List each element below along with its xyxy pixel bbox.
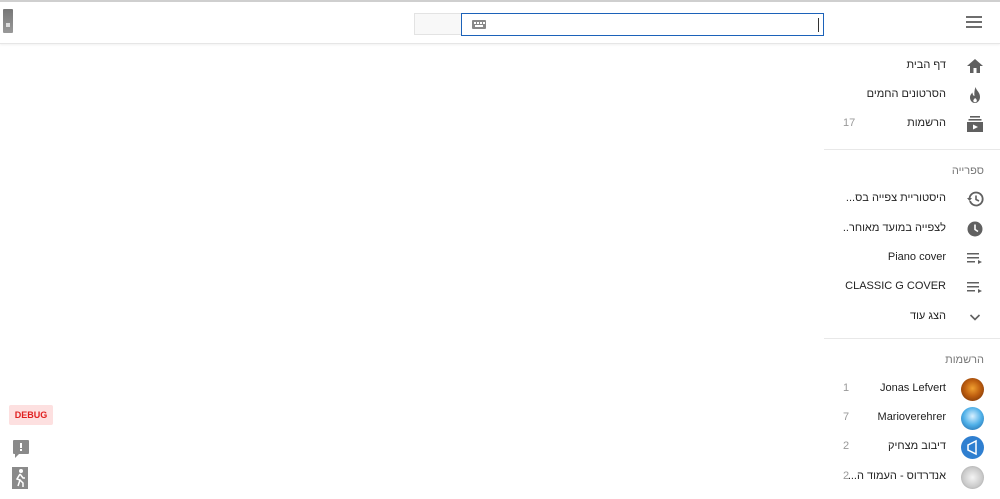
divider	[824, 149, 1000, 150]
debug-badge[interactable]: DEBUG	[9, 405, 53, 425]
subscription-count: 2	[843, 440, 850, 452]
subscription-item[interactable]: Marioverehrer 7	[824, 404, 1000, 433]
sidebar-item-history[interactable]: היסטוריית צפייה בס...	[824, 185, 1000, 214]
sidebar-item-subscriptions[interactable]: הרשמות 17	[824, 110, 1000, 139]
guide-sidebar: דף הבית הסרטונים החמים הרשמות 17 ספרייה …	[824, 44, 1000, 499]
subscription-count: 1	[843, 382, 850, 394]
sidebar-item-playlist-classic[interactable]: CLASSIC G COVER	[824, 273, 1000, 302]
subscription-count: 7	[843, 411, 850, 423]
subscription-label: דיבוב מצחיק	[888, 440, 946, 452]
subscription-count: 2	[843, 470, 850, 482]
guide-menu-button[interactable]	[966, 16, 982, 30]
history-icon	[967, 191, 984, 207]
subscription-label: אנדרדוס - העמוד ה...	[847, 470, 946, 482]
playlist-icon	[967, 253, 982, 264]
subscription-item[interactable]: אנדרדוס - העמוד ה... 2	[824, 463, 1000, 492]
sidebar-item-label: הרשמות	[907, 117, 946, 129]
library-title: ספרייה	[951, 165, 984, 177]
sidebar-item-label: היסטוריית צפייה בס...	[845, 192, 946, 204]
chevron-down-icon	[969, 314, 981, 321]
home-icon	[967, 59, 983, 73]
subscription-item[interactable]: Jonas Lefvert 1	[824, 375, 1000, 404]
avatar	[961, 466, 984, 489]
text-caret	[818, 18, 819, 32]
avatar	[961, 378, 984, 401]
subscription-item[interactable]: דיבוב מצחיק 2	[824, 433, 1000, 462]
sidebar-item-watch-later[interactable]: לצפייה במועד מאוחר..	[824, 215, 1000, 244]
search-input[interactable]	[461, 13, 824, 36]
subscription-label: Jonas Lefvert	[879, 382, 946, 394]
playlist-icon	[967, 282, 982, 293]
subscription-label: Marioverehrer	[877, 411, 946, 423]
sidebar-item-label: הצג עוד	[909, 310, 946, 322]
keyboard-icon[interactable]	[472, 20, 486, 29]
sidebar-item-label: Piano cover	[887, 251, 946, 263]
sidebar-item-label: לצפייה במועד מאוחר..	[842, 222, 946, 234]
sidebar-item-playlist-piano[interactable]: Piano cover	[824, 244, 1000, 273]
exit-icon[interactable]	[11, 466, 29, 490]
avatar	[961, 436, 984, 459]
sidebar-item-label: CLASSIC G COVER	[845, 280, 946, 292]
subscriptions-count: 17	[843, 117, 856, 129]
subscriptions-icon	[967, 116, 983, 132]
avatar	[961, 407, 984, 430]
device-icon[interactable]	[3, 9, 13, 33]
feedback-icon[interactable]	[13, 440, 29, 458]
clock-icon	[967, 221, 983, 237]
divider	[824, 338, 1000, 339]
sidebar-item-label: הסרטונים החמים	[866, 88, 946, 100]
search-button[interactable]	[414, 13, 462, 35]
sidebar-item-trending[interactable]: הסרטונים החמים	[824, 81, 1000, 110]
flame-icon	[970, 87, 980, 103]
sidebar-item-label: דף הבית	[906, 59, 946, 71]
megaphone-icon	[967, 439, 977, 456]
sidebar-item-home[interactable]: דף הבית	[824, 52, 1000, 81]
subscriptions-title: הרשמות	[945, 354, 984, 366]
top-bar	[0, 0, 1000, 44]
sidebar-item-show-more[interactable]: הצג עוד	[824, 303, 1000, 332]
